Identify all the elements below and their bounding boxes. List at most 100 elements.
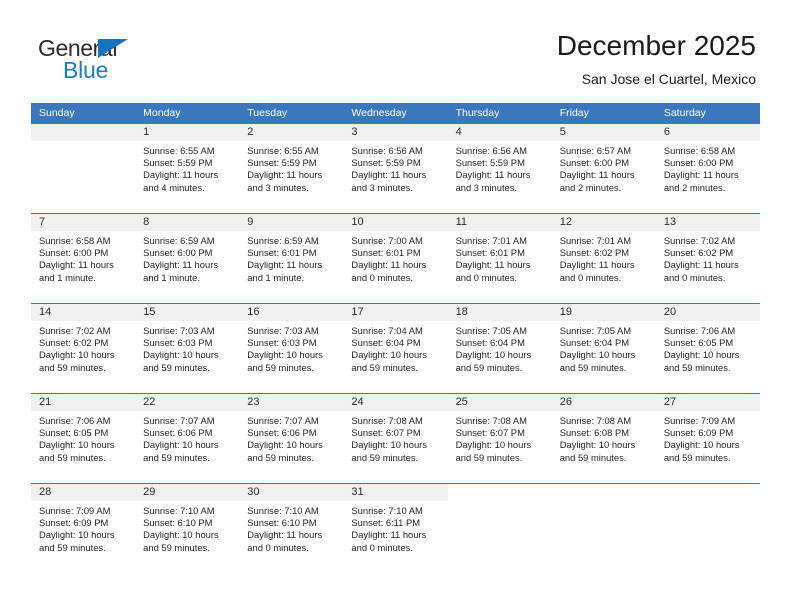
calendar-day-cell[interactable]: 27 Sunrise: 7:09 AM Sunset: 6:09 PM Dayligh… <box>655 394 760 483</box>
calendar-day-cell[interactable]: 5 Sunrise: 6:57 AM Sunset: 6:00 PM Daylight… <box>551 124 656 213</box>
day-sun-info: Sunrise: 6:56 AM Sunset: 5:59 PM Daylight:… <box>448 141 552 194</box>
calendar-day-cell[interactable]: 20 Sunrise: 7:06 AM Sunset: 6:05 PM Dayligh… <box>655 304 760 393</box>
day-number: 31 <box>351 486 364 498</box>
day-number: 12 <box>559 216 572 228</box>
logo-triangle-icon <box>98 39 128 58</box>
day-number: 14 <box>39 306 52 318</box>
calendar-day-cell[interactable]: 11 Sunrise: 7:01 AM Sunset: 6:01 PM Dayligh… <box>447 214 552 303</box>
day-number-strip: 19 <box>551 304 656 321</box>
sunset-text: Sunset: 6:04 PM <box>559 337 630 349</box>
page-header: General Blue December 2025 San Jose el C… <box>0 0 792 103</box>
daylight-text: Daylight: 10 hours and 59 minutes. <box>455 439 532 463</box>
sunset-text: Sunset: 6:00 PM <box>559 157 630 169</box>
sunrise-text: Sunrise: 7:01 AM <box>559 235 632 246</box>
daylight-text: Daylight: 10 hours and 59 minutes. <box>455 349 532 373</box>
calendar-day-cell[interactable]: 26 Sunrise: 7:08 AM Sunset: 6:08 PM Dayligh… <box>551 394 656 483</box>
weekday-header-sunday: Sunday <box>39 107 75 119</box>
day-sun-info: Sunrise: 7:02 AM Sunset: 6:02 PM Daylight:… <box>656 231 760 284</box>
day-sun-info: Sunrise: 7:08 AM Sunset: 6:08 PM Daylight:… <box>552 411 656 464</box>
day-sun-info: Sunrise: 7:06 AM Sunset: 6:05 PM Daylight:… <box>31 411 135 464</box>
day-number: 22 <box>143 396 156 408</box>
day-sun-info: Sunrise: 7:10 AM Sunset: 6:10 PM Daylight:… <box>239 501 343 554</box>
calendar-day-cell[interactable]: 12 Sunrise: 7:01 AM Sunset: 6:02 PM Dayligh… <box>551 214 656 303</box>
calendar-day-cell[interactable]: 18 Sunrise: 7:05 AM Sunset: 6:04 PM Dayligh… <box>447 304 552 393</box>
day-number-strip: 5 <box>551 124 656 141</box>
weekday-header-monday: Monday <box>143 107 181 119</box>
calendar-day-cell[interactable]: 30 Sunrise: 7:10 AM Sunset: 6:10 PM Dayligh… <box>239 484 344 573</box>
calendar-day-cell[interactable]: 10 Sunrise: 7:00 AM Sunset: 6:01 PM Dayligh… <box>343 214 448 303</box>
sunset-text: Sunset: 6:02 PM <box>663 247 734 259</box>
day-number: 10 <box>351 216 364 228</box>
calendar-day-cell[interactable]: 13 Sunrise: 7:02 AM Sunset: 6:02 PM Dayligh… <box>655 214 760 303</box>
sunrise-text: Sunrise: 7:03 AM <box>247 325 319 336</box>
daylight-text: Daylight: 10 hours and 59 minutes. <box>143 439 219 463</box>
day-number: 25 <box>455 396 468 408</box>
daylight-text: Daylight: 10 hours and 59 minutes. <box>351 349 427 373</box>
daylight-text: Daylight: 10 hours and 59 minutes. <box>559 439 636 463</box>
day-number: 18 <box>455 306 468 318</box>
calendar-day-cell[interactable]: 24 Sunrise: 7:08 AM Sunset: 6:07 PM Dayligh… <box>343 394 448 483</box>
sunset-text: Sunset: 5:59 PM <box>351 157 421 169</box>
calendar-day-cell[interactable]: 7 Sunrise: 6:58 AM Sunset: 6:00 PM Daylight… <box>31 214 136 303</box>
calendar-day-cell[interactable]: 21 Sunrise: 7:06 AM Sunset: 6:05 PM Dayligh… <box>31 394 136 483</box>
sunrise-text: Sunrise: 7:05 AM <box>455 325 527 336</box>
sunrise-text: Sunrise: 7:02 AM <box>663 235 736 246</box>
sunset-text: Sunset: 6:10 PM <box>247 517 317 529</box>
daylight-text: Daylight: 11 hours and 0 minutes. <box>351 529 427 553</box>
calendar-day-cell[interactable]: 25 Sunrise: 7:08 AM Sunset: 6:07 PM Dayligh… <box>447 394 552 483</box>
daylight-text: Daylight: 11 hours and 3 minutes. <box>351 169 427 193</box>
sunset-text: Sunset: 6:07 PM <box>351 427 421 439</box>
calendar-day-cell[interactable]: 28 Sunrise: 7:09 AM Sunset: 6:09 PM Dayligh… <box>31 484 136 573</box>
daylight-text: Daylight: 10 hours and 59 minutes. <box>351 439 427 463</box>
day-sun-info: Sunrise: 7:10 AM Sunset: 6:10 PM Daylight:… <box>135 501 239 554</box>
calendar-week-inner: 21 Sunrise: 7:06 AM Sunset: 6:05 PM Dayligh… <box>31 394 760 483</box>
day-number-strip: 22 <box>135 394 240 411</box>
calendar-day-cell[interactable]: 29 Sunrise: 7:10 AM Sunset: 6:10 PM Dayligh… <box>135 484 240 573</box>
day-number-strip: 13 <box>655 214 760 231</box>
daylight-text: Daylight: 10 hours and 59 minutes. <box>39 349 115 373</box>
day-sun-info: Sunrise: 7:04 AM Sunset: 6:04 PM Daylight:… <box>343 321 447 374</box>
calendar-day-cell[interactable]: 8 Sunrise: 6:59 AM Sunset: 6:00 PM Daylight… <box>135 214 240 303</box>
day-number-strip: 10 <box>343 214 448 231</box>
calendar-day-cell[interactable]: 6 Sunrise: 6:58 AM Sunset: 6:00 PM Daylight… <box>655 124 760 213</box>
calendar-day-cell[interactable]: 9 Sunrise: 6:59 AM Sunset: 6:01 PM Daylight… <box>239 214 344 303</box>
calendar-week-row: 7 Sunrise: 6:58 AM Sunset: 6:00 PM Daylight… <box>31 213 760 303</box>
calendar-day-cell[interactable]: 14 Sunrise: 7:02 AM Sunset: 6:02 PM Dayligh… <box>31 304 136 393</box>
day-sun-info: Sunrise: 6:59 AM Sunset: 6:00 PM Daylight:… <box>135 231 239 284</box>
calendar-day-cell[interactable]: 16 Sunrise: 7:03 AM Sunset: 6:03 PM Dayligh… <box>239 304 344 393</box>
calendar-day-cell[interactable]: 15 Sunrise: 7:03 AM Sunset: 6:03 PM Dayligh… <box>135 304 240 393</box>
calendar-day-cell[interactable]: 23 Sunrise: 7:07 AM Sunset: 6:06 PM Dayligh… <box>239 394 344 483</box>
calendar-day-cell-empty <box>447 484 552 573</box>
day-number: 28 <box>39 486 52 498</box>
day-number-strip <box>655 484 760 501</box>
day-number-strip: 15 <box>135 304 240 321</box>
sunrise-text: Sunrise: 6:57 AM <box>559 145 632 156</box>
sunset-text: Sunset: 6:07 PM <box>455 427 525 439</box>
day-number-strip <box>31 124 136 141</box>
calendar-day-cell[interactable]: 1 Sunrise: 6:55 AM Sunset: 5:59 PM Daylight… <box>135 124 240 213</box>
day-sun-info: Sunrise: 7:03 AM Sunset: 6:03 PM Daylight:… <box>239 321 343 374</box>
calendar-day-cell[interactable]: 17 Sunrise: 7:04 AM Sunset: 6:04 PM Dayligh… <box>343 304 448 393</box>
day-number: 19 <box>559 306 572 318</box>
daylight-text: Daylight: 10 hours and 59 minutes. <box>143 529 219 553</box>
day-number-strip: 31 <box>343 484 448 501</box>
day-sun-info: Sunrise: 6:55 AM Sunset: 5:59 PM Daylight:… <box>239 141 343 194</box>
calendar-day-cell[interactable]: 4 Sunrise: 6:56 AM Sunset: 5:59 PM Daylight… <box>447 124 552 213</box>
sunrise-text: Sunrise: 7:01 AM <box>455 235 527 246</box>
page-title: December 2025 <box>556 30 756 61</box>
calendar-day-cell[interactable]: 3 Sunrise: 6:56 AM Sunset: 5:59 PM Daylight… <box>343 124 448 213</box>
day-number-strip: 28 <box>31 484 136 501</box>
calendar-day-cell[interactable]: 31 Sunrise: 7:10 AM Sunset: 6:11 PM Dayligh… <box>343 484 448 573</box>
weekday-header-friday: Friday <box>559 107 589 119</box>
day-number-strip: 24 <box>343 394 448 411</box>
calendar-day-cell[interactable]: 19 Sunrise: 7:05 AM Sunset: 6:04 PM Dayligh… <box>551 304 656 393</box>
day-number-strip: 2 <box>239 124 344 141</box>
sunrise-text: Sunrise: 6:56 AM <box>455 145 527 156</box>
sunset-text: Sunset: 6:04 PM <box>351 337 421 349</box>
calendar-week-row: 1 Sunrise: 6:55 AM Sunset: 5:59 PM Daylight… <box>31 124 760 213</box>
day-number-strip <box>551 484 656 501</box>
calendar-day-cell[interactable]: 22 Sunrise: 7:07 AM Sunset: 6:06 PM Dayligh… <box>135 394 240 483</box>
calendar-week-inner: 14 Sunrise: 7:02 AM Sunset: 6:02 PM Dayligh… <box>31 304 760 393</box>
calendar-day-cell[interactable]: 2 Sunrise: 6:55 AM Sunset: 5:59 PM Daylight… <box>239 124 344 213</box>
day-number-strip: 8 <box>135 214 240 231</box>
